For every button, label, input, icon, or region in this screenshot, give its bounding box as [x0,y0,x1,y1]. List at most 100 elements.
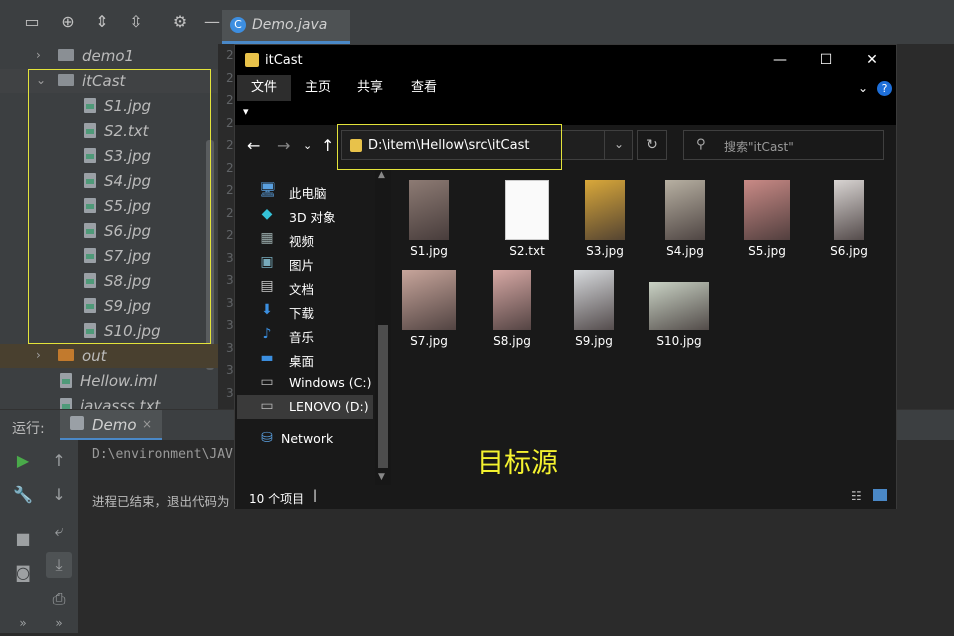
scroll-up-icon[interactable]: ▲ [378,170,385,180]
quick-access-dropdown-icon[interactable]: ▾ [243,105,249,118]
down-icon[interactable]: ↓ [46,482,72,508]
nav-item-[interactable]: ▦ 视频 [255,227,373,251]
expand-all-icon[interactable]: ⇕ [90,10,114,34]
locate-icon[interactable]: ⊕ [56,10,80,34]
nav-item-label: Network [281,431,334,446]
wrench-icon[interactable]: 🔧 [10,482,36,508]
tree-item-label: out [82,347,107,365]
drive-icon: ▭ [260,374,274,390]
nav-item-[interactable]: ⬇ 下载 [255,299,373,323]
nav-scrollbar-thumb[interactable] [378,325,388,468]
image-thumbnail [834,180,864,240]
up-icon[interactable]: ↑ [46,448,72,474]
chevron-right-icon[interactable]: › [36,48,41,62]
file-name: S10.jpg [656,334,702,348]
scroll-to-end-icon[interactable]: ⤓ [46,552,72,578]
chevron-down-icon[interactable]: ⌄ [853,75,873,101]
selection-highlight [28,69,211,344]
ribbon-tab-file[interactable]: 文件 [237,75,291,103]
file-tile[interactable]: S1.jpg [392,172,466,258]
nav-item-[interactable]: 🖥 此电脑 [255,179,373,203]
run-icon[interactable]: ▶ [10,448,36,474]
window-title: itCast [265,53,303,68]
file-tile[interactable]: S8.jpg [475,262,549,348]
editor-tab-label: Demo.java [252,17,328,33]
ribbon-tab-share[interactable]: 共享 [345,75,395,101]
maximize-button[interactable]: ☐ [803,45,849,75]
stop-icon[interactable]: ■ [10,526,36,552]
file-name: S4.jpg [666,244,704,258]
tree-item-out[interactable]: › out [0,344,218,368]
search-box[interactable]: ⚲ 搜索"itCast" [683,130,884,160]
nav-item-3d[interactable]: ◆ 3D 对象 [255,203,373,227]
video-icon: ▦ [260,230,274,246]
close-icon[interactable]: × [142,417,152,431]
hide-icon[interactable]: — [200,10,224,34]
nav-item-network[interactable]: ⛁ Network [255,427,373,451]
line-number: 3 [226,340,234,355]
details-view-icon[interactable]: ☷ [851,489,862,503]
file-tile[interactable]: S3.jpg [568,172,642,258]
file-tile[interactable]: S7.jpg [392,262,466,348]
run-tab-demo[interactable]: Demo × [60,410,162,441]
file-tile[interactable]: S10.jpg [642,262,716,348]
large-icons-view-icon[interactable] [873,489,887,501]
java-class-icon: C [230,17,246,33]
tree-item-hellow-iml[interactable]: Hellow.iml [0,369,218,393]
chevron-down-icon[interactable]: ⌄ [614,137,624,151]
title-bar[interactable]: itCast — ☐ ✕ [235,45,896,75]
file-tile[interactable]: S6.jpg [812,172,886,258]
line-number: 2 [226,183,234,197]
camera-icon[interactable]: ◙ [10,560,36,586]
editor-tab-demo-java[interactable]: C Demo.java [222,10,350,44]
up-folder-icon[interactable]: ↑ [321,136,334,155]
soft-wrap-icon[interactable]: ⤶ [46,518,72,544]
line-number: 3 [226,318,234,332]
tree-item-demo1[interactable]: › demo1 [0,44,218,68]
minimize-button[interactable]: — [757,45,803,75]
image-thumbnail [409,180,449,240]
file-tile[interactable]: S9.jpg [557,262,631,348]
file-tile[interactable]: S4.jpg [648,172,722,258]
help-icon[interactable]: ? [877,81,892,96]
navigation-pane: 🖥 此电脑 ◆ 3D 对象 ▦ 视频 ▣ 图片 ▤ 文档 ⬇ 下载 ♪ 音乐 ▬ 桌面 ▭ Windows (C:… [235,170,392,485]
forward-icon[interactable]: → [277,136,290,155]
ribbon-tab-view[interactable]: 查看 [399,75,449,101]
desktop-icon: ▬ [260,350,274,366]
project-view-icon[interactable]: ▭ [20,10,44,34]
app-icon [70,416,84,430]
refresh-button[interactable]: ↻ [637,130,667,160]
address-highlight [337,124,562,170]
nav-item-[interactable]: ▬ 桌面 [255,347,373,371]
nav-item-label: 桌面 [289,354,315,369]
cube-icon: ◆ [261,206,273,222]
file-list: S1.jpg S2.txt S3.jpg S4.jpg S5.jpg S6.jpg S7.j… [392,170,896,485]
search-placeholder: 搜索"itCast" [724,140,794,154]
ribbon-tab-home[interactable]: 主页 [293,75,343,101]
folder-icon [58,349,74,361]
collapse-all-icon[interactable]: ⇳ [124,10,148,34]
nav-item-[interactable]: ▣ 图片 [255,251,373,275]
nav-item-lenovo-d[interactable]: ▭ LENOVO (D:) [237,395,373,419]
file-explorer-window: itCast — ☐ ✕ 文件 主页 共享 查看 ⌄ ? ▾ ← → ⌄ ↑ D… [234,44,897,509]
status-bar: 10 个项目 | ☷ [235,485,896,509]
network-icon: ⛁ [261,430,273,446]
file-tile[interactable]: S5.jpg [730,172,804,258]
address-divider [604,131,605,159]
line-number: 2 [226,205,234,220]
recent-dropdown-icon[interactable]: ⌄ [303,139,312,152]
music-icon: ♪ [262,326,272,342]
nav-item-windows-c[interactable]: ▭ Windows (C:) [255,371,373,395]
back-icon[interactable]: ← [247,136,260,155]
nav-item-[interactable]: ♪ 音乐 [255,323,373,347]
scroll-down-icon[interactable]: ▼ [378,472,385,482]
print-icon[interactable]: ⎙ [46,586,72,612]
more-icon-2[interactable]: » [46,610,72,636]
item-count: 10 个项目 [249,492,305,506]
more-icon[interactable]: » [10,610,36,636]
close-button[interactable]: ✕ [849,45,895,75]
chevron-right-icon[interactable]: › [36,348,41,362]
nav-item-[interactable]: ▤ 文档 [255,275,373,299]
gear-icon[interactable]: ⚙ [168,10,192,34]
file-tile[interactable]: S2.txt [490,172,564,258]
